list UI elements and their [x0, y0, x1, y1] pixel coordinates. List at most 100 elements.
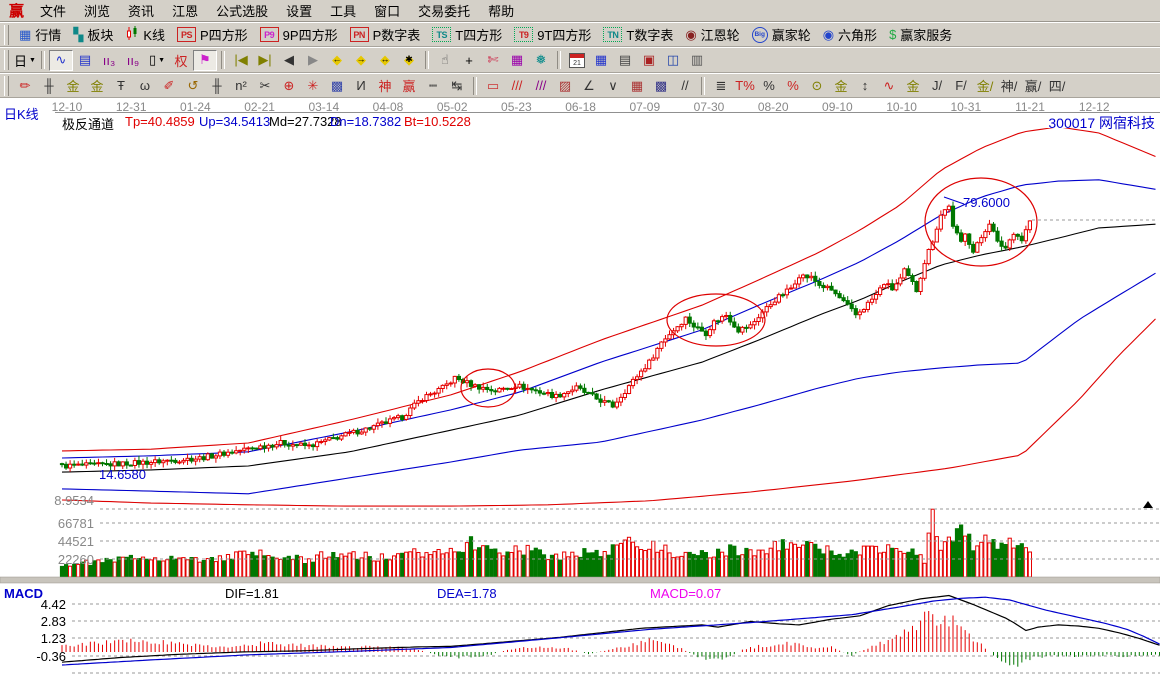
notes-button[interactable]: ▤ — [613, 50, 637, 71]
grid-blue-tool[interactable]: ▩ — [649, 75, 673, 96]
spiral-tool[interactable]: ω — [133, 75, 157, 96]
menu-window[interactable]: 窗口 — [365, 0, 409, 22]
volume-bar — [822, 554, 825, 577]
crosshair-button[interactable]: + — [457, 50, 481, 71]
measure-button[interactable]: ✄ — [481, 50, 505, 71]
gold-angle-icon: 金/ — [977, 76, 994, 95]
menu-settings[interactable]: 设置 — [277, 0, 321, 22]
prev-page-button[interactable]: ◀ — [277, 50, 301, 71]
candle-style-dropdown[interactable]: ▯▼ — [145, 50, 169, 71]
gold-circle-tool[interactable]: ⊙ — [805, 75, 829, 96]
candle-body — [73, 464, 76, 465]
si-angle-tool[interactable]: 四/ — [1045, 75, 1069, 96]
ying-grid-tool[interactable]: 赢 — [397, 75, 421, 96]
pattern-button[interactable]: ❅ — [529, 50, 553, 71]
workstation-button[interactable]: ▥ — [685, 50, 709, 71]
menu-gann[interactable]: 江恩 — [163, 0, 207, 22]
network-button[interactable]: ◫ — [661, 50, 685, 71]
menu-tools[interactable]: 工具 — [321, 0, 365, 22]
candle-body — [425, 395, 428, 401]
parallel-lines-tool[interactable]: // — [673, 75, 697, 96]
ruler2-tool[interactable]: ╫ — [205, 75, 229, 96]
t-square-button[interactable]: TST四方形 — [426, 25, 508, 45]
shen-angle-tool[interactable]: 神/ — [997, 75, 1021, 96]
web-grid-tool[interactable]: ▩ — [325, 75, 349, 96]
gold-underline-tool[interactable]: 金 — [901, 75, 925, 96]
menu-help[interactable]: 帮助 — [479, 0, 523, 22]
grid-diagonal-tool[interactable]: ▨ — [553, 75, 577, 96]
fan-red-tool[interactable]: /// — [505, 75, 529, 96]
sector-blocks-button[interactable]: ▚板块 — [67, 25, 119, 45]
starburst-tool[interactable]: ✳ — [301, 75, 325, 96]
cut-tool[interactable]: ✂ — [253, 75, 277, 96]
gold-lines-tool[interactable]: 金 — [829, 75, 853, 96]
ruler-percent-tool[interactable]: ╫ — [37, 75, 61, 96]
save-button[interactable]: ▣ — [637, 50, 661, 71]
fibonacci-tool[interactable]: Ŧ — [109, 75, 133, 96]
pan-hand-button[interactable]: ☝ — [433, 50, 457, 71]
grid-red-tool[interactable]: ▦ — [625, 75, 649, 96]
last-page-button[interactable]: ▶| — [253, 50, 277, 71]
v-lines-tool[interactable]: ∨ — [601, 75, 625, 96]
menu-browse[interactable]: 浏览 — [75, 0, 119, 22]
cycle-tool[interactable]: ↺ — [181, 75, 205, 96]
f-angle-tool[interactable]: F/ — [949, 75, 973, 96]
angle-mark-tool[interactable]: И — [349, 75, 373, 96]
main-chart-button[interactable]: ∿ — [49, 50, 73, 71]
kline-chart-canvas[interactable] — [0, 98, 1160, 676]
menu-file[interactable]: 文件 — [31, 0, 75, 22]
kline-button[interactable]: K线 — [119, 25, 171, 45]
next-page-button[interactable]: ▶ — [301, 50, 325, 71]
p-number-table-button[interactable]: PNP数字表 — [344, 25, 427, 45]
time-percent-tool[interactable]: T% — [733, 75, 757, 96]
first-page-button[interactable]: |◀ — [229, 50, 253, 71]
restore-rights-button[interactable]: 权 — [169, 50, 193, 71]
minute3-chart-button[interactable]: ıı₃ — [97, 50, 121, 71]
calendar-button[interactable]: 21 — [565, 50, 589, 71]
ruler-123-tool[interactable]: ┉ — [421, 75, 445, 96]
period-daily-dropdown[interactable]: 日▼ — [13, 50, 37, 71]
indicator-flag-button[interactable]: ⚑ — [193, 50, 217, 71]
winner-wheel-button[interactable]: Big赢家轮 — [746, 25, 817, 45]
circle-cross-tool[interactable]: ⊕ — [277, 75, 301, 96]
percent-tool[interactable]: % — [757, 75, 781, 96]
percent-lines-tool[interactable]: % — [781, 75, 805, 96]
candle-body — [688, 317, 691, 323]
angle-lines-tool[interactable]: ∠ — [577, 75, 601, 96]
shift-left-button[interactable]: ◆← — [325, 50, 349, 71]
ying-angle-tool[interactable]: 赢/ — [1021, 75, 1045, 96]
zoom-out-button[interactable]: ◆✱ — [397, 50, 421, 71]
minute9-chart-button[interactable]: ıı₉ — [121, 50, 145, 71]
updown-measure-tool[interactable]: ↕ — [853, 75, 877, 96]
nine-t-square-button[interactable]: T99T四方形 — [508, 25, 597, 45]
winner-service-button[interactable]: $赢家服务 — [883, 25, 958, 45]
fan-purple-tool[interactable]: /// — [529, 75, 553, 96]
span-measure-tool[interactable]: ↹ — [445, 75, 469, 96]
menu-trade-entrust[interactable]: 交易委托 — [409, 0, 479, 22]
candle-body — [903, 269, 906, 278]
j-angle-tool[interactable]: J/ — [925, 75, 949, 96]
shen-lines-tool[interactable]: 神 — [373, 75, 397, 96]
menu-formula-pick[interactable]: 公式选股 — [207, 0, 277, 22]
t-number-table-button[interactable]: TNT数字表 — [597, 25, 679, 45]
draw-pencil-tool[interactable]: ✏ — [13, 75, 37, 96]
gold-angle-tool[interactable]: 金/ — [973, 75, 997, 96]
n-square-tool[interactable]: n² — [229, 75, 253, 96]
golden-section-tool[interactable]: 金 — [61, 75, 85, 96]
menu-info[interactable]: 资讯 — [119, 0, 163, 22]
calculator-button[interactable]: ▦ — [589, 50, 613, 71]
pencil-ruler-tool[interactable]: ✐ — [157, 75, 181, 96]
hexagon-button[interactable]: ◉六角形 — [817, 25, 883, 45]
price-levels-tool[interactable]: ≣ — [709, 75, 733, 96]
p-square-button[interactable]: PSP四方形 — [171, 25, 254, 45]
market-quotes-button[interactable]: ▦行情 — [13, 25, 67, 45]
gann-wheel-button[interactable]: ◉江恩轮 — [679, 25, 745, 45]
gann-grid-button[interactable]: ▦ — [505, 50, 529, 71]
wave-tool[interactable]: ∿ — [877, 75, 901, 96]
nine-p-square-button[interactable]: P99P四方形 — [254, 25, 344, 45]
shift-right-button[interactable]: ◆→ — [349, 50, 373, 71]
info-panel-button[interactable]: ▤ — [73, 50, 97, 71]
zoom-in-button[interactable]: ◆↔ — [373, 50, 397, 71]
golden-section2-tool[interactable]: 金 — [85, 75, 109, 96]
box-select-tool[interactable]: ▭ — [481, 75, 505, 96]
